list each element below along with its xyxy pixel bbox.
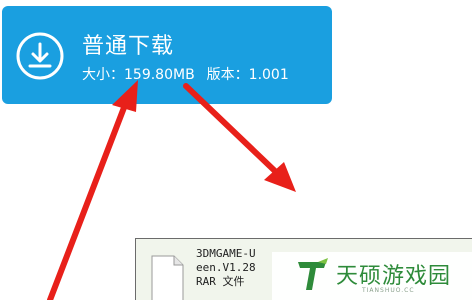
watermark-site-url: TIANSHUO.CC [362,287,415,294]
version-text: 版本：1.001 [206,67,289,83]
file-icon [151,255,184,300]
file-type: RAR 文件 [196,275,245,288]
download-icon [16,32,64,80]
file-name-line-1: 3DMGAME-U [196,247,256,260]
download-title: 普通下载 [82,34,175,59]
watermark: 天硕游戏园 TIANSHUO.CC [272,252,472,300]
file-info: 3DMGAME-U een.V1.28 RAR 文件 [196,247,256,289]
watermark-logo-icon [298,258,328,290]
file-size-text: 大小：159.80MB [82,67,195,83]
arrow-up-left-annotation [47,80,138,300]
watermark-site-name: 天硕游戏园 [336,264,452,289]
file-name-line-2: een.V1.28 [196,261,256,274]
screenshot-stage: 普通下载 大小：159.80MB 版本：1.001 3DMGAME-U een.V… [0,0,472,300]
download-meta: 大小：159.80MB 版本：1.001 [82,64,289,84]
normal-download-button[interactable]: 普通下载 大小：159.80MB 版本：1.001 [2,6,332,104]
